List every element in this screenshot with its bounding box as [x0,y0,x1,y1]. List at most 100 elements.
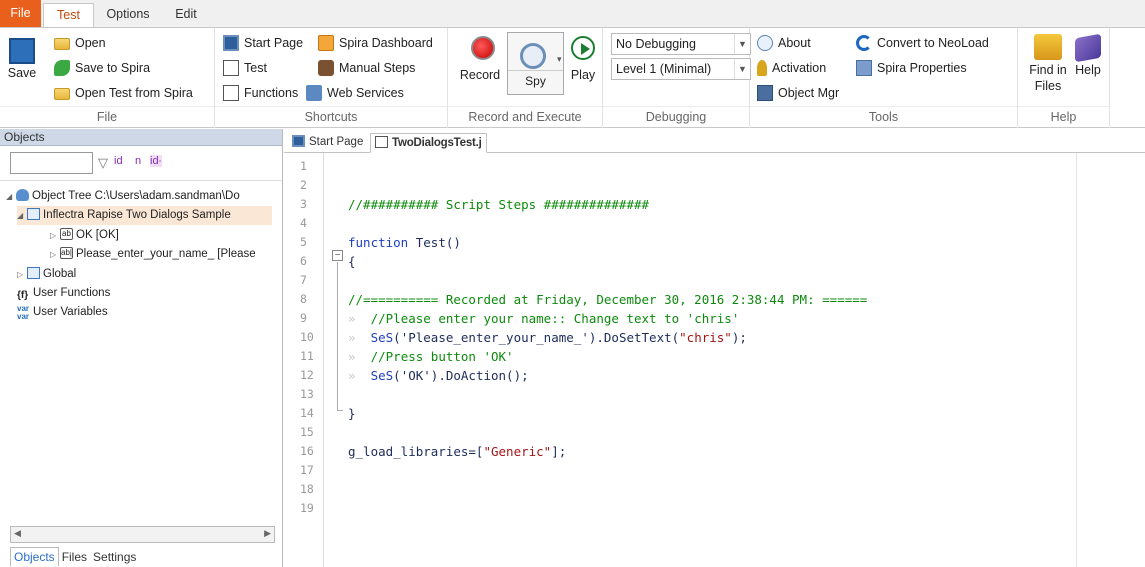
help-label: Help [1075,63,1101,77]
debug-mode-value: No Debugging [616,37,696,51]
functions-button[interactable]: Functions [223,83,298,103]
filter-icon[interactable]: ▽ [98,155,108,171]
tree-node-user-variables[interactable]: var var User Variables [17,303,108,322]
convert-neoload-button[interactable]: Convert to NeoLoad [856,33,989,53]
window-icon [27,266,40,279]
scroll-left-icon[interactable]: ◀ [14,528,21,539]
about-button[interactable]: About [757,33,811,53]
tab-objects[interactable]: Objects [10,547,59,566]
tab-edit[interactable]: Edit [162,3,210,27]
code-text: ); [731,330,747,345]
debug-mode-select[interactable]: No Debugging ▼ [611,33,751,55]
save-to-spira-button[interactable]: Save to Spira [54,58,150,78]
code-comment: //Please enter your name:: Change text t… [370,311,740,326]
scroll-right-icon[interactable]: ▶ [264,528,271,539]
line-number: 1 [300,159,307,173]
filter-id-all-toggle[interactable]: id∙ [150,155,162,167]
find-in-files-button[interactable]: Find in Files [1026,34,1070,94]
spy-dropdown-icon[interactable]: ▾ [557,54,562,65]
expand-arrow-icon[interactable]: ▷ [17,265,27,284]
line-number: 8 [300,292,307,306]
expand-arrow-icon[interactable]: ▷ [50,226,60,245]
tree-node-label: OK [OK] [76,229,119,241]
line-number: 13 [300,387,314,401]
tree-node-app[interactable]: ◢ Inflectra Rapise Two Dialogs Sample [17,206,272,225]
spira-properties-button[interactable]: Spira Properties [856,58,967,78]
code-comment: //Press button 'OK' [370,349,514,364]
manual-steps-icon [318,59,334,76]
record-button[interactable]: Record [455,68,505,82]
line-number: 6 [300,254,307,268]
tab-file[interactable]: File [0,0,41,27]
editor-tabs: Start Page TwoDialogsTest.j [284,129,1145,153]
debug-level-value: Level 1 (Minimal) [616,62,712,76]
code-text: g_load_libraries=[ [348,444,484,459]
tab-files[interactable]: Files [59,548,90,566]
line-number: 19 [300,501,314,515]
line-number: 3 [300,197,307,211]
code-text: ('OK').DoAction(); [393,368,529,383]
web-services-label: Web Services [327,86,404,100]
collapse-arrow-icon[interactable]: ◢ [17,206,27,225]
help-book-icon [1075,33,1101,63]
record-icon[interactable] [471,36,495,60]
spira-dashboard-button[interactable]: Spira Dashboard [318,33,433,53]
object-tree-icon [16,188,29,201]
tab-start-page[interactable]: Start Page [288,133,367,153]
object-mgr-button[interactable]: Object Mgr [757,83,839,103]
tree-node-ok[interactable]: ▷ ab OK [OK] [50,226,119,245]
folder-icon [54,38,70,51]
open-button[interactable]: Open [54,33,106,53]
start-page-button[interactable]: Start Page [223,33,303,53]
play-icon[interactable] [571,36,595,60]
debug-level-select[interactable]: Level 1 (Minimal) ▼ [611,58,751,80]
tab-settings[interactable]: Settings [90,548,139,566]
ribbon-group-debugging: No Debugging ▼ Level 1 (Minimal) ▼ Debug… [603,28,751,128]
chevron-down-icon: ▼ [734,59,750,79]
test-button[interactable]: Test [223,58,267,78]
tab-marker: » [348,330,356,345]
collapse-arrow-icon[interactable]: ◢ [6,187,16,206]
play-button[interactable]: Play [565,68,601,82]
activation-button[interactable]: Activation [757,58,826,78]
tab-test-file[interactable]: TwoDialogsTest.j [370,133,487,153]
object-tree: ◢ Object Tree C:\Users\adam.sandman\Do ◢ I… [0,180,282,518]
textbox-object-icon: ab| [60,246,73,259]
tree-node-user-functions[interactable]: {f} User Functions [17,284,110,303]
expand-arrow-icon[interactable]: ▷ [50,245,60,264]
code-line-14: } [348,406,356,421]
save-button[interactable]: Save [4,38,40,80]
open-from-spira-button[interactable]: Open Test from Spira [54,83,193,103]
code-keyword: function [348,235,409,250]
tab-test[interactable]: Test [43,3,94,27]
tree-node-root[interactable]: ◢ Object Tree C:\Users\adam.sandman\Do [6,187,278,206]
about-label: About [778,36,811,50]
spira-props-label: Spira Properties [877,61,967,75]
tree-node-label: User Variables [33,306,108,318]
help-button[interactable]: Help [1071,33,1105,78]
code-editor[interactable]: 1 2 3 4 5 6 7 8 9 10 11 12 13 14 15 16 1… [284,153,1145,567]
fold-toggle-icon[interactable]: − [332,250,343,261]
spy-magnifier-icon [520,43,546,69]
fold-guide-line [337,262,338,410]
test-file-icon [375,135,388,148]
filter-input[interactable] [10,152,93,174]
code-line-5: function Test() [348,233,461,252]
neoload-icon [856,34,872,51]
web-services-button[interactable]: Web Services [306,83,404,103]
manual-steps-button[interactable]: Manual Steps [318,58,415,78]
objects-panel: Objects ▽ id n id∙ ◢ Object Tree C:\Users… [0,129,283,567]
filter-name-toggle[interactable]: n [135,155,141,167]
tree-node-global[interactable]: ▷ Global [17,265,76,284]
test-label: Test [244,61,267,75]
folder-spira-icon [54,88,70,101]
code-line-8: //========== Recorded at Friday, Decembe… [348,292,868,307]
tree-node-textbox[interactable]: ▷ ab| Please_enter_your_name_ [Please [50,245,256,264]
horizontal-scrollbar[interactable]: ◀ ▶ [10,526,275,543]
tab-options[interactable]: Options [94,3,162,27]
save-label: Save [7,66,37,80]
spy-button[interactable]: Spy [507,32,564,95]
code-line-6: { [348,254,356,269]
filter-id-toggle[interactable]: id [114,155,123,167]
group-caption-shortcuts: Shortcuts [215,106,447,128]
